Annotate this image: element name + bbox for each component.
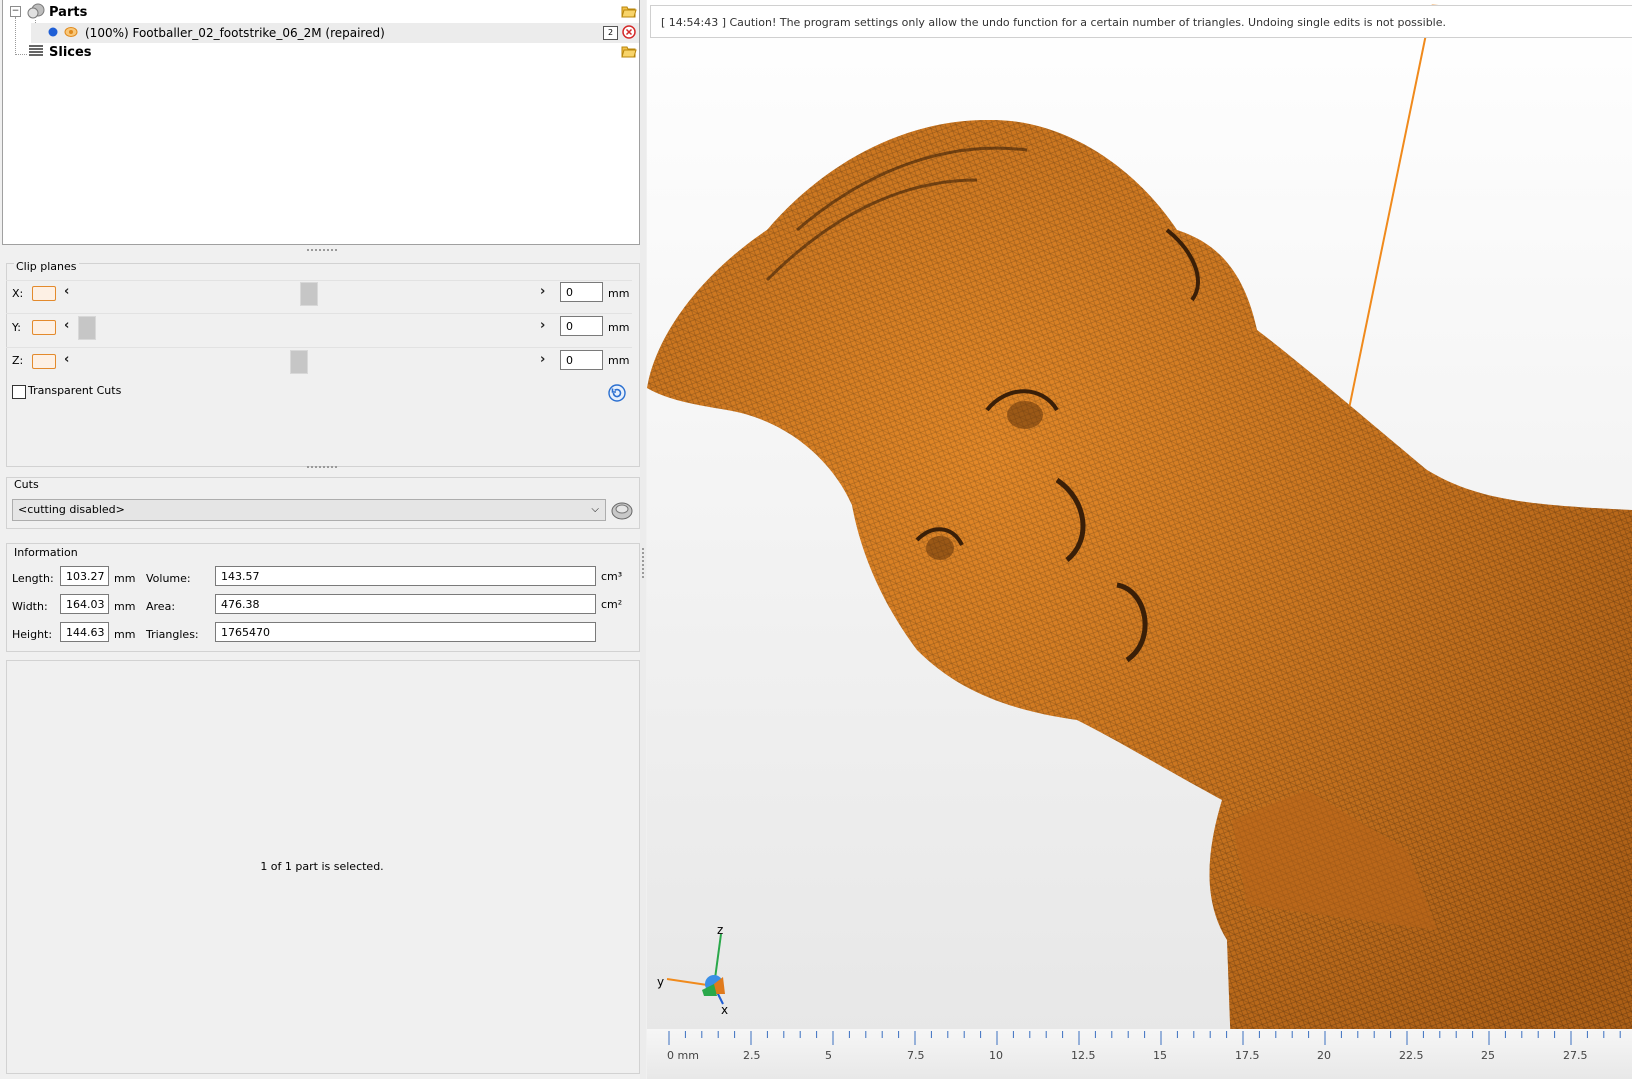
slider-left-arrow[interactable]: ‹ [64,284,69,299]
clip-slider-thumb-y[interactable] [78,316,96,340]
height-value: 144.63 [60,622,109,642]
open-folder-icon[interactable] [621,4,637,18]
ruler-label: 5 [825,1049,832,1062]
ruler-label: 0 mm [667,1049,699,1062]
triangles-value: 1765470 [215,622,596,642]
ruler-label: 10 [989,1049,1003,1062]
clip-color-swatch[interactable] [32,354,56,369]
cuts-dropdown[interactable]: <cutting disabled> ⌵ [12,499,606,521]
part-item-label[interactable]: (100%) Footballer_02_footstrike_06_2M (r… [85,23,385,43]
unit-label: mm [114,628,136,641]
slider-right-arrow[interactable]: › [540,284,545,299]
width-label: Width: [12,600,48,613]
clip-x-input[interactable]: 0 [560,282,603,302]
ruler-label: 12.5 [1071,1049,1096,1062]
clip-slider-thumb-z[interactable] [290,350,308,374]
unit-label: mm [114,600,136,613]
ruler-ticks [668,1031,1621,1045]
selection-status: 1 of 1 part is selected. [260,860,384,873]
axis-y-label: y [657,975,664,989]
axis-x-label: x [721,1003,728,1014]
clip-color-swatch[interactable] [32,286,56,301]
slider-left-arrow[interactable]: ‹ [64,352,69,367]
part-color-dot-icon[interactable] [48,27,58,37]
triangles-label: Triangles: [146,628,199,641]
clip-row-z [6,347,632,378]
axis-gizmo[interactable]: z y x [657,924,757,1014]
chevron-down-icon[interactable]: ⌵ [591,500,599,520]
ruler-label: 25 [1481,1049,1495,1062]
splitter-handle[interactable] [307,249,337,254]
collapse-icon[interactable]: − [10,6,21,17]
unit-label: mm [608,354,630,367]
splitter-handle[interactable] [307,466,337,471]
remove-part-icon[interactable] [622,25,636,39]
slider-right-arrow[interactable]: › [540,318,545,333]
slices-icon [29,45,43,56]
ruler-label: 20 [1317,1049,1331,1062]
ruler-label: 27.5 [1563,1049,1588,1062]
clip-row-x [6,280,632,311]
length-label: Length: [12,572,54,585]
slices-label[interactable]: Slices [49,42,92,62]
area-label: Area: [146,600,176,613]
height-label: Height: [12,628,53,641]
status-message: [ 14:54:43 ] Caution! The program settin… [650,5,1632,38]
clip-color-swatch[interactable] [32,320,56,335]
clip-axis-label: Z: [12,354,24,367]
reset-clip-icon[interactable] [608,384,626,402]
ruler-label: 15 [1153,1049,1167,1062]
3d-model-render[interactable] [647,0,1632,1079]
visibility-eye-icon[interactable] [64,26,78,38]
ruler-label: 22.5 [1399,1049,1424,1062]
ruler-label: 17.5 [1235,1049,1260,1062]
slider-left-arrow[interactable]: ‹ [64,318,69,333]
unit-label: mm [608,287,630,300]
3d-viewport[interactable]: [ 14:54:43 ] Caution! The program settin… [647,0,1632,1079]
cut-tool-icon[interactable] [610,498,634,522]
parts-icon [27,3,45,19]
parts-tree[interactable]: − Parts (100%) Footballer_02_footstrike_… [2,0,640,245]
clip-planes-title: Clip planes [14,260,79,273]
transparent-cuts-label[interactable]: Transparent Cuts [28,384,121,397]
area-value: 476.38 [215,594,596,614]
unit-label: cm³ [601,570,623,583]
ruler-label: 2.5 [743,1049,761,1062]
clip-slider-thumb-x[interactable] [300,282,318,306]
clip-axis-label: X: [12,287,24,300]
unit-label: cm² [601,598,623,611]
ruler-label: 7.5 [907,1049,925,1062]
open-folder-icon[interactable] [621,44,637,58]
transparent-cuts-checkbox[interactable] [12,385,26,399]
width-value: 164.03 [60,594,109,614]
volume-value: 143.57 [215,566,596,586]
cuts-title: Cuts [14,478,39,491]
unit-label: mm [608,321,630,334]
information-title: Information [14,546,78,559]
clip-z-input[interactable]: 0 [560,350,603,370]
part-count-badge: 2 [603,26,618,40]
unit-label: mm [114,572,136,585]
clip-y-input[interactable]: 0 [560,316,603,336]
slider-right-arrow[interactable]: › [540,352,545,367]
clip-row-y [6,313,632,344]
volume-label: Volume: [146,572,191,585]
cuts-dropdown-value: <cutting disabled> [18,503,125,516]
parts-label[interactable]: Parts [49,2,87,22]
vertical-splitter[interactable] [640,0,646,1079]
scale-ruler: 0 mm 2.5 5 7.5 10 12.5 15 17.5 20 22.5 25 27.5 [647,1029,1632,1079]
clip-axis-label: Y: [12,321,21,334]
left-panel: − Parts (100%) Footballer_02_footstrike_… [0,0,644,1079]
axis-z-label: z [717,924,723,937]
length-value: 103.27 [60,566,109,586]
